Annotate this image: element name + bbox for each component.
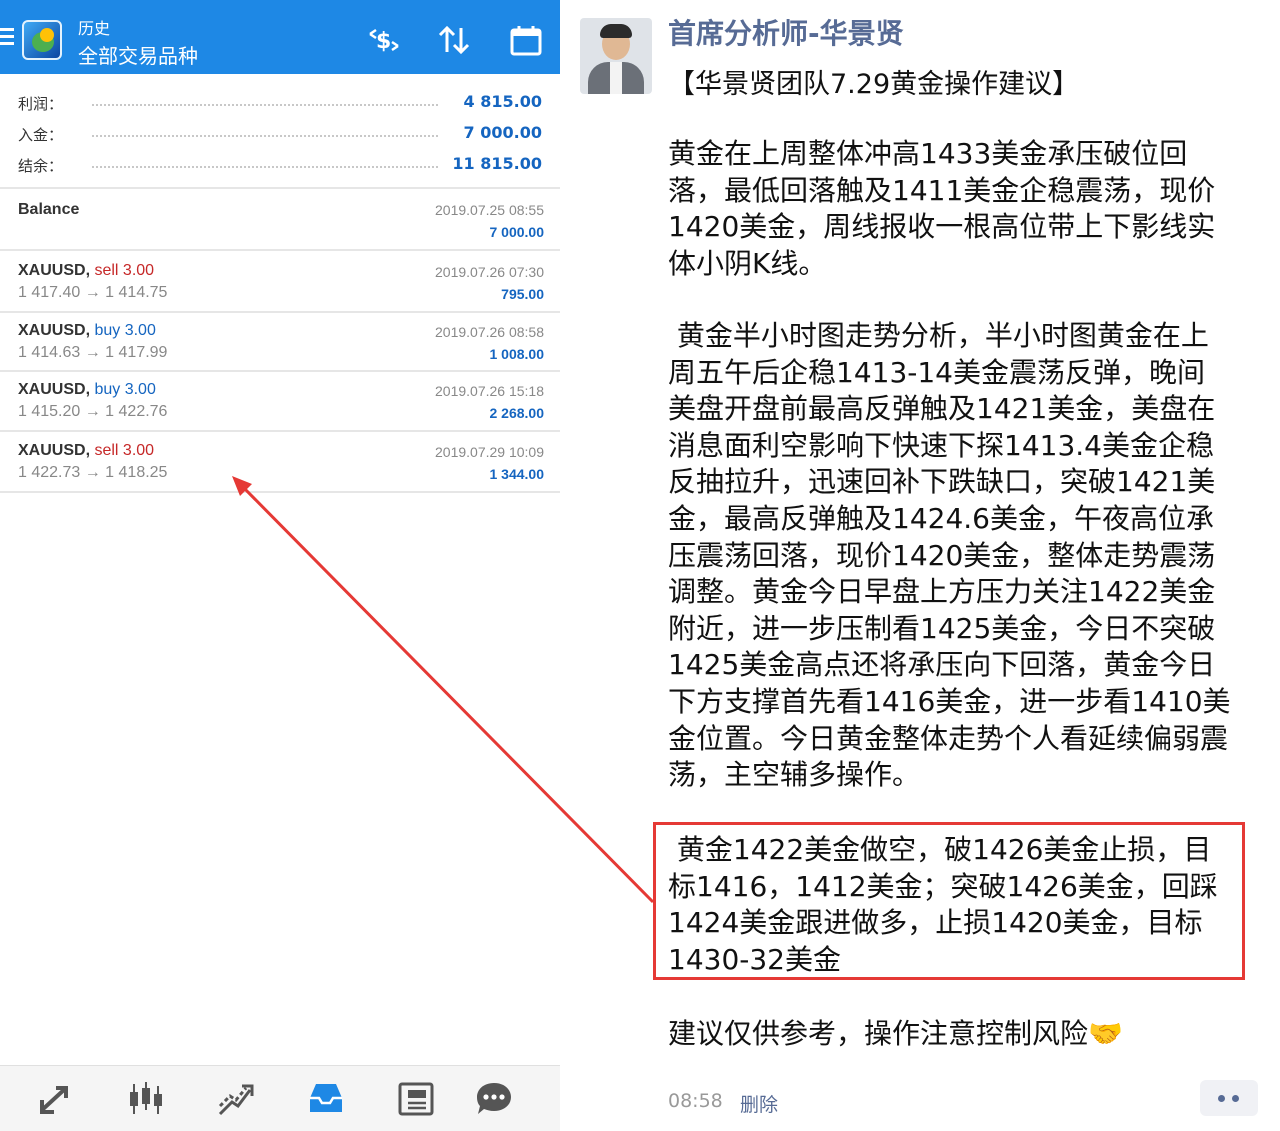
symbol-text: XAUUSD, (18, 262, 91, 279)
summary-value: 4 815.00 (463, 92, 542, 111)
delete-link[interactable]: 删除 (740, 1090, 778, 1117)
deal-time: 2019.07.26 08:58 (435, 324, 544, 340)
post-paragraph: 建议仅供参考，操作注意控制风险🤝 (668, 1017, 1123, 1050)
deal-prices: 1 415.20 → 1 422.76 (18, 403, 168, 420)
history-icon[interactable] (306, 1080, 346, 1118)
symbol-text: XAUUSD, (18, 442, 91, 459)
summary-balance: 结余： 11 815.00 (0, 149, 560, 179)
mt4-history-panel: 历史 全部交易品种 $ 利润： 4 815.00 入金： 7 000.00 结余… (0, 0, 560, 1131)
deal-profit: 1 344.00 (489, 466, 545, 482)
sort-icon[interactable] (436, 22, 472, 58)
deal-amount: 7 000.00 (489, 224, 545, 240)
deal-row[interactable]: XAUUSD, sell 3.00 1 422.73 → 1 418.25 20… (0, 431, 560, 491)
deal-direction: buy 3.00 (94, 322, 156, 339)
dotted-leader (92, 166, 438, 168)
post-paragraph: 黄金半小时图走势分析，半小时图黄金在上 周五午后企稳1413-14美金震荡反弹，… (668, 319, 1231, 792)
summary-label: 结余： (18, 157, 64, 175)
metatrader-logo (22, 20, 62, 60)
deal-direction: sell 3.00 (94, 262, 155, 279)
deal-prices: 1 417.40 → 1 414.75 (18, 284, 168, 301)
calendar-icon[interactable] (508, 22, 544, 58)
top-bar: 历史 全部交易品种 $ (0, 0, 560, 74)
deal-direction: buy 3.00 (94, 381, 156, 398)
trade-icon[interactable] (216, 1080, 256, 1118)
balance-label: Balance (18, 201, 80, 218)
deal-time: 2019.07.26 15:18 (435, 383, 544, 399)
deal-time: 2019.07.25 08:55 (435, 202, 544, 218)
post-title: 【华景贤团队7.29黄金操作建议】 (668, 69, 1080, 100)
deal-row[interactable]: XAUUSD, sell 3.00 1 417.40 → 1 414.75 20… (0, 251, 560, 311)
chat-icon[interactable] (474, 1080, 514, 1118)
deal-direction: sell 3.00 (94, 442, 155, 459)
post-time: 08:58 (668, 1090, 723, 1112)
deal-symbol: XAUUSD, buy 3.00 (18, 381, 156, 399)
summary-value: 7 000.00 (463, 123, 542, 142)
dollar-exchange-icon[interactable]: $ (366, 22, 402, 58)
post-paragraph: 黄金在上周整体冲高1433美金承压破位回 落，最低回落触及1411美金企稳震荡，… (668, 137, 1216, 280)
deal-prices: 1 422.73 → 1 418.25 (18, 464, 168, 481)
header-title[interactable]: 全部交易品种 (78, 40, 198, 69)
author-name[interactable]: 首席分析师-华景贤 (668, 12, 904, 52)
summary-label: 入金： (18, 126, 64, 144)
menu-icon[interactable] (0, 26, 16, 48)
deal-time: 2019.07.29 10:09 (435, 444, 544, 460)
deal-row[interactable]: XAUUSD, buy 3.00 1 414.63 → 1 417.99 201… (0, 311, 560, 371)
symbol-text: XAUUSD, (18, 322, 91, 339)
dotted-leader (92, 104, 438, 106)
quotes-icon[interactable] (36, 1080, 76, 1118)
svg-text:$: $ (376, 29, 391, 54)
more-options-button[interactable] (1200, 1080, 1258, 1116)
news-icon[interactable] (396, 1080, 436, 1118)
bottom-navigation (0, 1065, 560, 1131)
summary-value: 11 815.00 (452, 154, 542, 173)
balance-row[interactable]: Balance 2019.07.25 08:55 7 000.00 (0, 189, 560, 249)
deal-symbol: XAUUSD, buy 3.00 (18, 322, 156, 340)
avatar[interactable] (580, 18, 652, 94)
deal-profit: 1 008.00 (489, 346, 545, 362)
deal-prices: 1 414.63 → 1 417.99 (18, 344, 168, 361)
deal-row[interactable]: XAUUSD, buy 3.00 1 415.20 → 1 422.76 201… (0, 370, 560, 430)
symbol-text: XAUUSD, (18, 381, 91, 398)
summary-deposit: 入金： 7 000.00 (0, 118, 560, 148)
deal-symbol: XAUUSD, sell 3.00 (18, 442, 154, 460)
deal-profit: 2 268.00 (489, 405, 545, 421)
deal-symbol: XAUUSD, sell 3.00 (18, 262, 154, 280)
summary-profit: 利润： 4 815.00 (0, 87, 560, 117)
chart-icon[interactable] (126, 1080, 166, 1118)
deal-time: 2019.07.26 07:30 (435, 264, 544, 280)
deal-profit: 795.00 (501, 286, 544, 302)
summary-label: 利润： (18, 95, 64, 113)
divider (0, 491, 560, 493)
header-subtitle: 历史 (78, 19, 111, 38)
dotted-leader (92, 135, 438, 137)
wechat-moment-post: 首席分析师-华景贤 【华景贤团队7.29黄金操作建议】 黄金在上周整体冲高143… (560, 0, 1280, 1131)
post-paragraph: 黄金1422美金做空，破1426美金止损，目 标1416，1412美金；突破14… (668, 833, 1218, 976)
